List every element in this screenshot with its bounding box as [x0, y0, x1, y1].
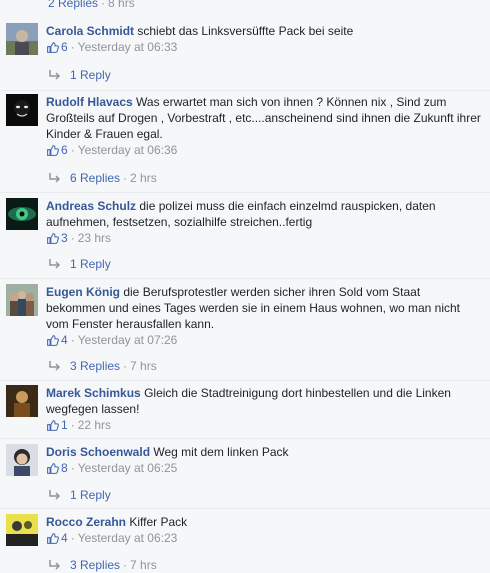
reply-row: 3 Replies · 7 hrs — [48, 557, 157, 573]
like-count[interactable]: 3 — [46, 230, 68, 246]
separator-dot: · — [70, 461, 75, 475]
reply-arrow-icon — [49, 490, 61, 500]
divider — [0, 192, 490, 193]
avatar[interactable] — [6, 444, 38, 476]
thumbs-up-icon — [47, 334, 59, 346]
replies-time: 7 hrs — [130, 558, 157, 572]
like-count[interactable]: 4 — [46, 332, 68, 348]
replies-link[interactable]: 3 Replies — [70, 359, 120, 373]
comment-author[interactable]: Marek Schimkus — [46, 386, 141, 400]
separator-dot: · — [70, 40, 75, 54]
like-count[interactable]: 4 — [46, 530, 68, 546]
divider — [0, 278, 490, 279]
separator-dot: · — [70, 333, 75, 347]
reply-row: 3 Replies · 7 hrs — [48, 358, 157, 374]
comment-text: Weg mit dem linken Pack — [153, 445, 289, 459]
avatar[interactable] — [6, 385, 38, 417]
avatar[interactable] — [6, 514, 38, 546]
avatar[interactable] — [6, 198, 38, 230]
reply-row: 6 Replies · 2 hrs — [48, 170, 157, 186]
comment-text: schiebt das Linksversüffte Pack bei seit… — [137, 24, 354, 38]
replies-link[interactable]: 2 Replies — [48, 0, 98, 10]
replies-link[interactable]: 3 Replies — [70, 558, 120, 572]
replies-time: 8 hrs — [108, 0, 135, 10]
comment-author[interactable]: Rocco Zerahn — [46, 515, 126, 529]
like-count[interactable]: 1 — [46, 417, 68, 433]
comment-author[interactable]: Eugen König — [46, 285, 120, 299]
separator-dot: · — [123, 171, 128, 185]
comment-author[interactable]: Andreas Schulz — [46, 199, 136, 213]
reply-arrow-icon — [49, 560, 61, 570]
thumbs-up-icon — [47, 144, 59, 156]
reply-row: 1 Reply — [48, 487, 111, 503]
separator-dot: · — [70, 531, 75, 545]
reply-arrow-icon — [49, 70, 61, 80]
replies-time: 7 hrs — [130, 359, 157, 373]
reply-row: 1 Reply — [48, 67, 111, 83]
thumbs-up-icon — [47, 232, 59, 244]
comment-time[interactable]: 22 hrs — [78, 417, 111, 433]
thumbs-up-icon — [47, 419, 59, 431]
divider — [0, 508, 490, 509]
avatar[interactable] — [6, 94, 38, 126]
comment-time[interactable]: Yesterday at 07:26 — [78, 332, 178, 348]
like-number: 8 — [61, 461, 68, 475]
comment-author[interactable]: Rudolf Hlavacs — [46, 95, 133, 109]
like-count[interactable]: 8 — [46, 460, 68, 476]
avatar[interactable] — [6, 284, 38, 316]
divider — [0, 438, 490, 439]
thumbs-up-icon — [47, 41, 59, 53]
avatar[interactable] — [6, 23, 38, 55]
comment-time[interactable]: Yesterday at 06:36 — [78, 142, 178, 158]
reply-row-top: 2 Replies · 8 hrs — [48, 0, 135, 11]
separator-dot: · — [70, 418, 75, 432]
divider — [0, 380, 490, 381]
separator-dot: · — [123, 359, 128, 373]
comment-author[interactable]: Doris Schoenwald — [46, 445, 150, 459]
comment-time[interactable]: Yesterday at 06:25 — [78, 460, 178, 476]
reply-arrow-icon — [49, 173, 61, 183]
replies-link[interactable]: 1 Reply — [70, 257, 111, 271]
comment-time[interactable]: Yesterday at 06:23 — [78, 530, 178, 546]
like-count[interactable]: 6 — [46, 39, 68, 55]
separator-dot: · — [70, 231, 75, 245]
separator-dot: · — [101, 0, 106, 10]
like-number: 4 — [61, 531, 68, 545]
reply-arrow-icon — [49, 361, 61, 371]
thumbs-up-icon — [47, 462, 59, 474]
like-number: 6 — [61, 40, 68, 54]
like-number: 3 — [61, 231, 68, 245]
thumbs-up-icon — [47, 532, 59, 544]
like-count[interactable]: 6 — [46, 142, 68, 158]
comment-time[interactable]: Yesterday at 06:33 — [78, 39, 178, 55]
comment-time[interactable]: 23 hrs — [78, 230, 111, 246]
like-number: 1 — [61, 418, 68, 432]
comment-author[interactable]: Carola Schmidt — [46, 24, 134, 38]
separator-dot: · — [70, 143, 75, 157]
replies-link[interactable]: 6 Replies — [70, 171, 120, 185]
like-number: 6 — [61, 143, 68, 157]
comment-text: Kiffer Pack — [129, 515, 188, 529]
separator-dot: · — [123, 558, 128, 572]
like-number: 4 — [61, 333, 68, 347]
divider — [0, 90, 490, 91]
reply-arrow-icon — [49, 259, 61, 269]
replies-time: 2 hrs — [130, 171, 157, 185]
replies-link[interactable]: 1 Reply — [70, 68, 111, 82]
replies-link[interactable]: 1 Reply — [70, 488, 111, 502]
reply-row: 1 Reply — [48, 256, 111, 272]
